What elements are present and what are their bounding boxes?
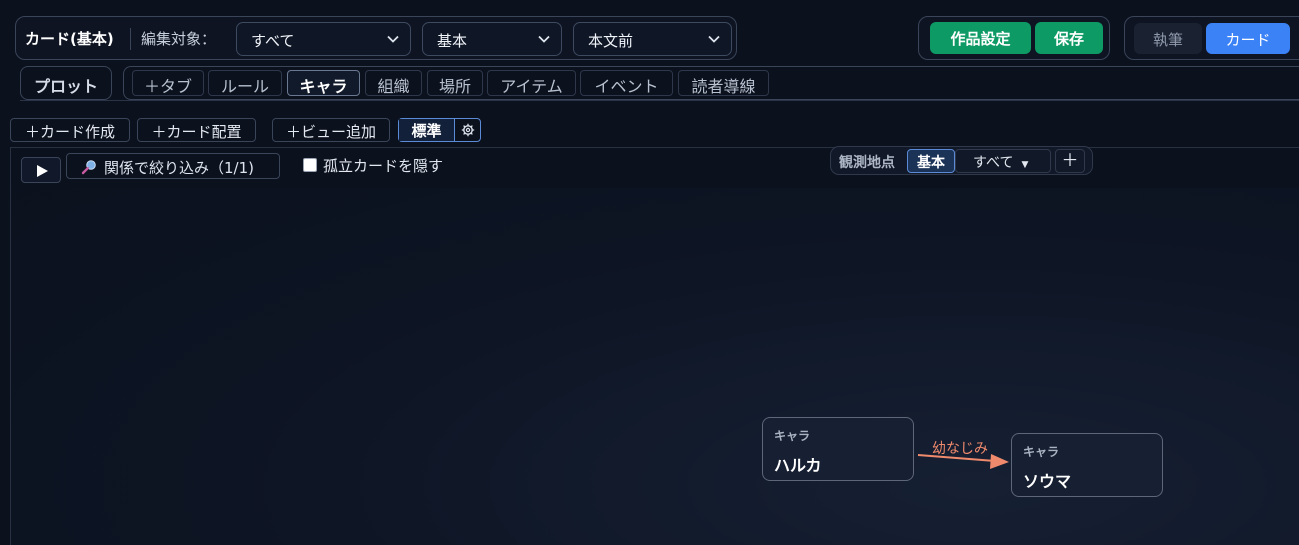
card-type-label: キャラ bbox=[1023, 445, 1060, 459]
card-type-label: キャラ bbox=[774, 429, 811, 443]
relation-label: 幼なじみ bbox=[932, 441, 988, 457]
character-card[interactable]: キャラ ハルカ bbox=[762, 417, 914, 481]
card-name: ソウマ bbox=[1023, 472, 1072, 491]
arrowhead-icon bbox=[990, 454, 1009, 469]
card-name: ハルカ bbox=[774, 456, 822, 475]
character-card[interactable]: キャラ ソウマ bbox=[1011, 433, 1163, 497]
